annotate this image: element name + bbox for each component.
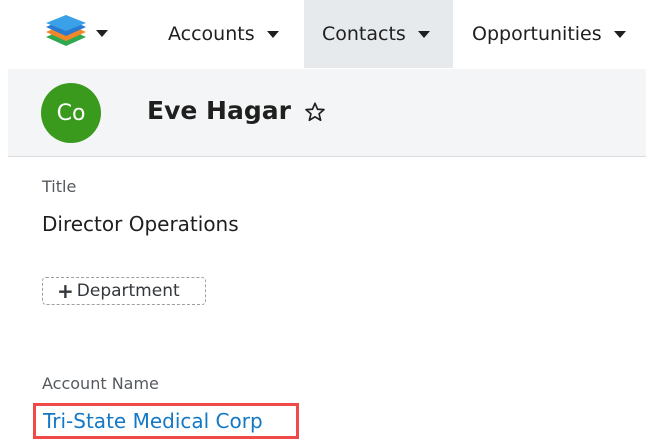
title-field-label: Title bbox=[42, 177, 77, 196]
avatar: Co bbox=[41, 83, 101, 143]
title-field-value[interactable]: Director Operations bbox=[42, 212, 239, 236]
chevron-down-icon[interactable] bbox=[266, 30, 279, 38]
nav-tab-accounts[interactable]: Accounts bbox=[152, 0, 302, 68]
nav-tab-contacts[interactable]: Contacts bbox=[304, 0, 453, 68]
record-name: Eve Hagar bbox=[147, 96, 291, 125]
app-logo-menu-button[interactable] bbox=[44, 13, 114, 53]
account-name-link[interactable]: Tri-State Medical Corp bbox=[33, 403, 299, 439]
record-header: Co Eve Hagar bbox=[8, 69, 646, 157]
chevron-down-icon bbox=[96, 30, 108, 37]
nav-tab-opportunities[interactable]: Opportunities bbox=[456, 0, 646, 68]
add-department-button[interactable]: + Department bbox=[42, 277, 206, 305]
add-department-label: Department bbox=[76, 281, 180, 301]
chevron-down-icon[interactable] bbox=[417, 30, 430, 38]
nav-tab-label: Accounts bbox=[168, 23, 255, 45]
star-outline-icon[interactable] bbox=[304, 101, 326, 123]
account-name-field-label: Account Name bbox=[42, 374, 159, 393]
account-name-value: Tri-State Medical Corp bbox=[43, 409, 263, 433]
chevron-down-icon[interactable] bbox=[613, 30, 626, 38]
nav-tab-label: Opportunities bbox=[472, 23, 602, 45]
top-navigation-bar: Accounts Contacts Opportunities bbox=[0, 0, 646, 68]
nav-tab-label: Contacts bbox=[322, 23, 406, 45]
avatar-initials: Co bbox=[56, 100, 86, 126]
stacked-layers-logo-icon bbox=[46, 15, 86, 46]
plus-icon: + bbox=[57, 279, 74, 303]
